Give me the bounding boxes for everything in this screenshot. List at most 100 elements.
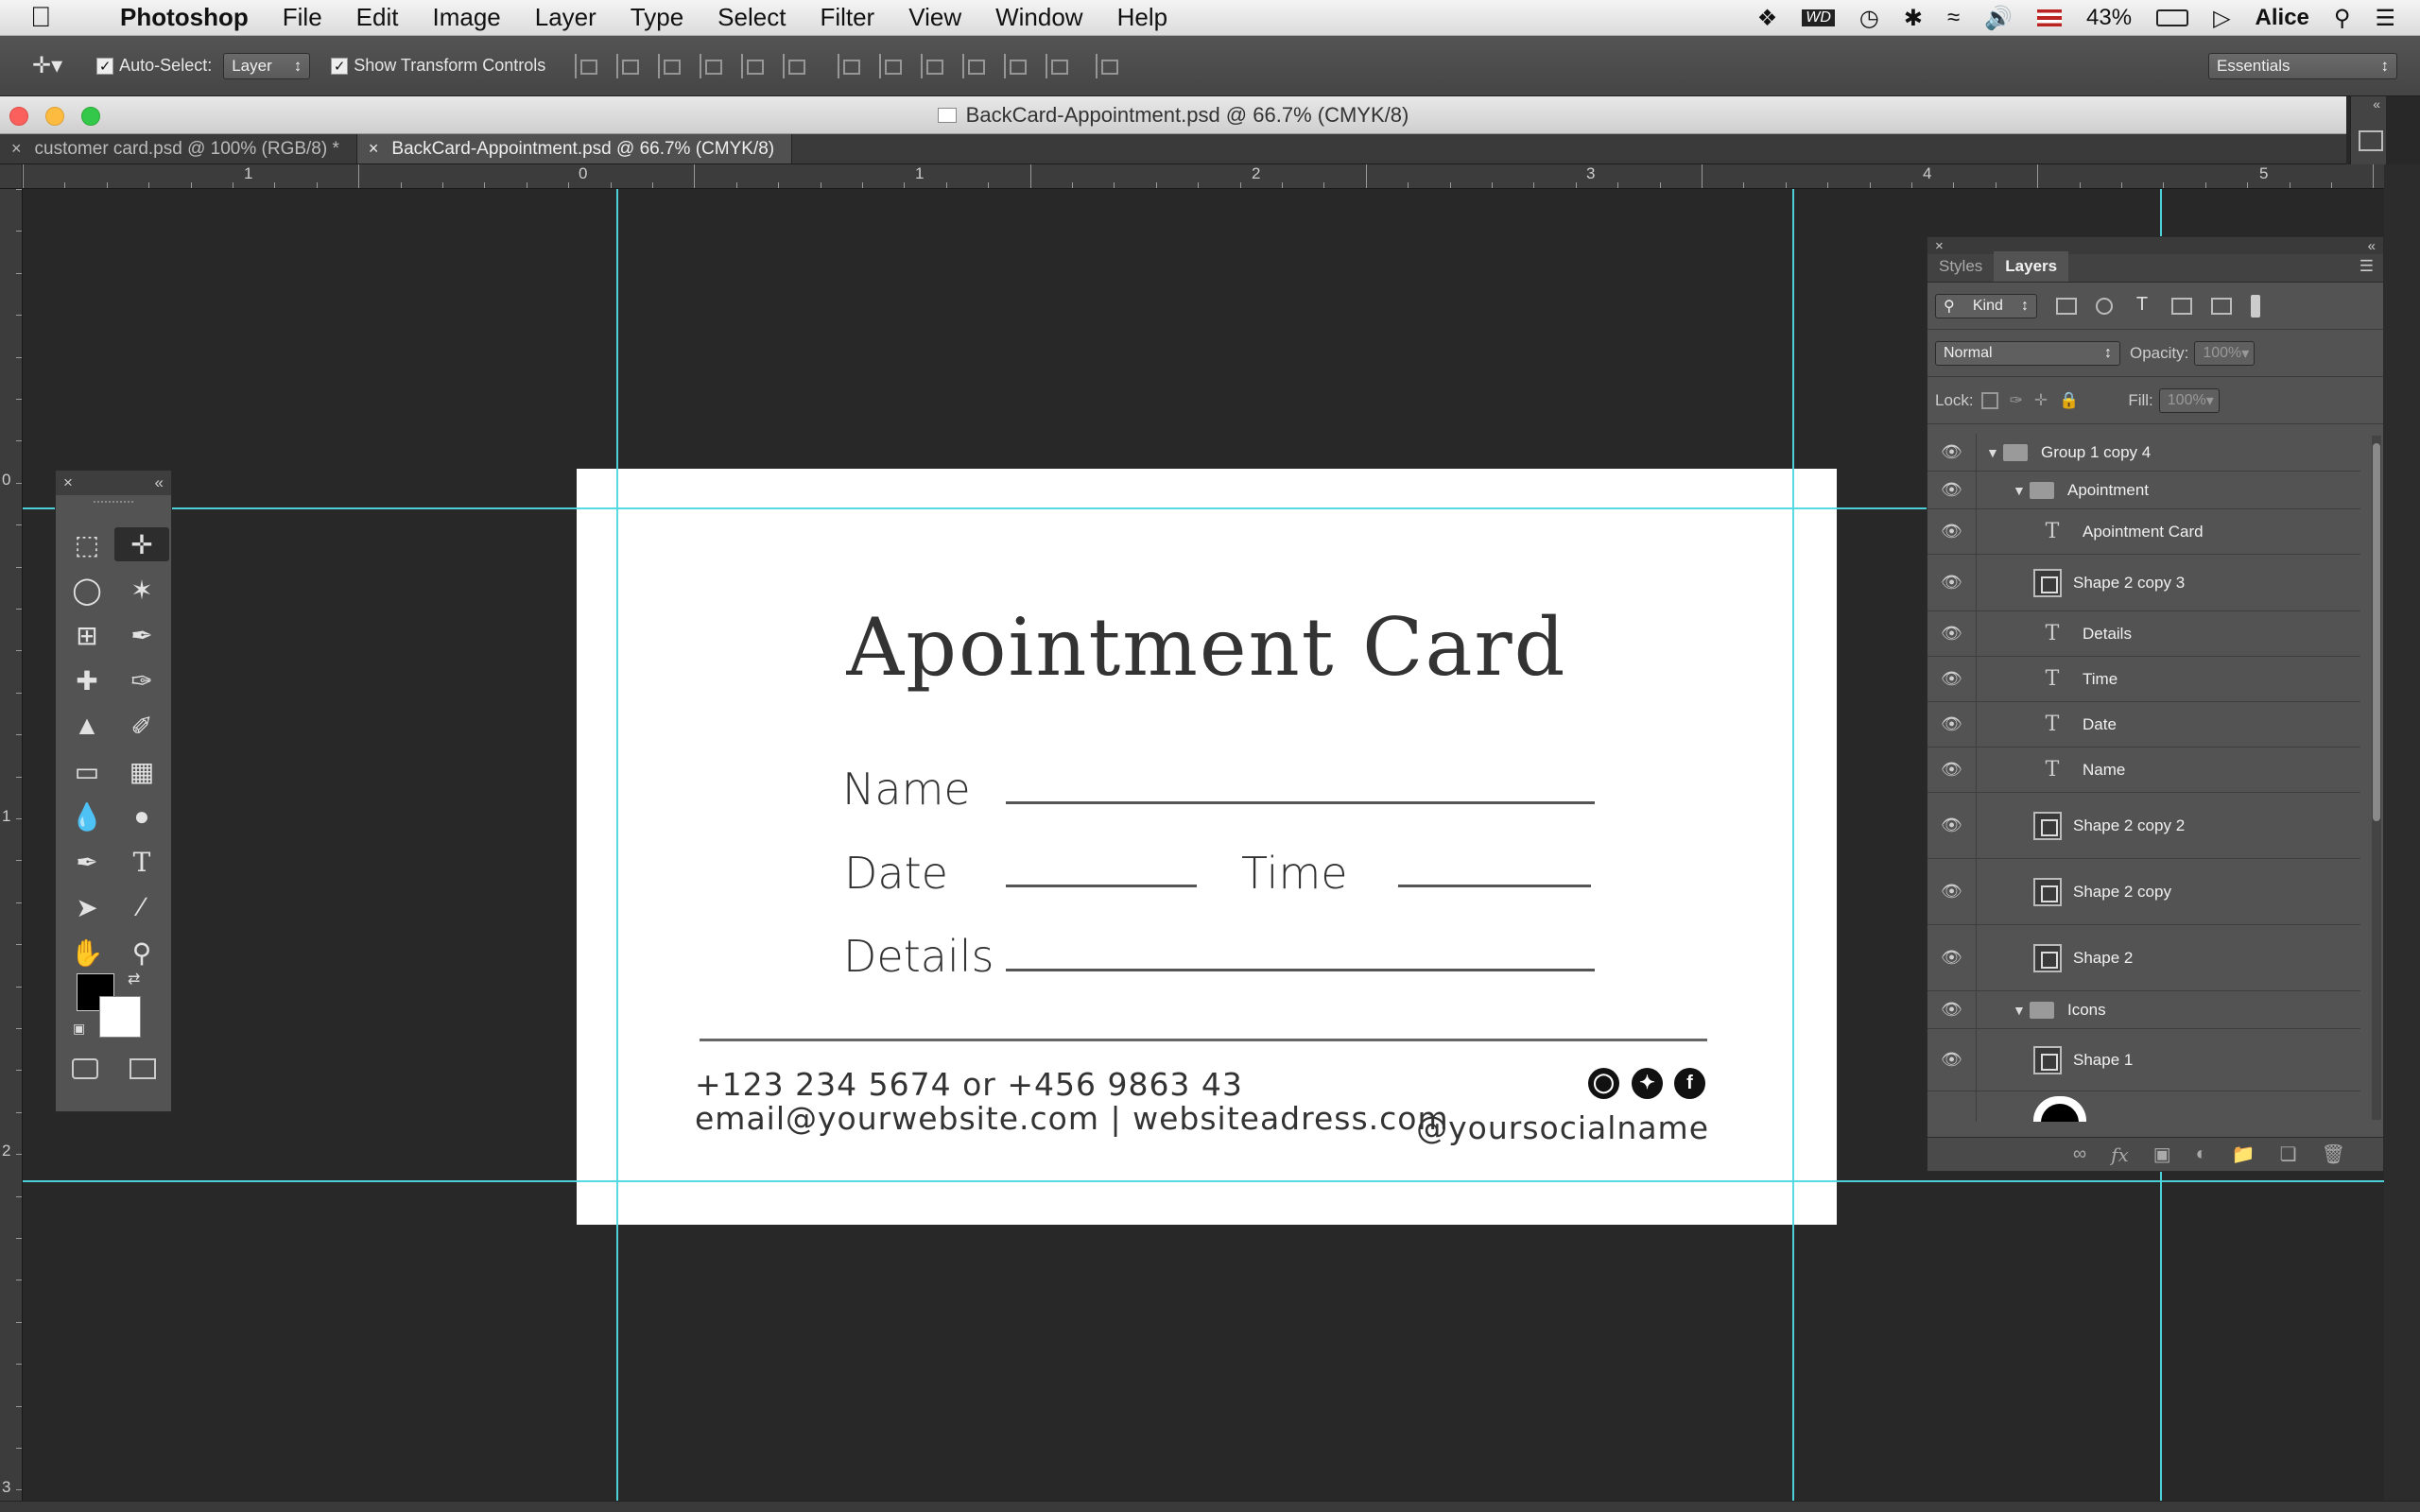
adjustment-filter-icon[interactable] — [2096, 297, 2113, 315]
default-colors-icon[interactable]: ▣ — [73, 1021, 85, 1037]
path-selection-tool-icon[interactable]: ➤ — [60, 890, 114, 924]
blend-mode-dropdown[interactable]: Normal ↕ — [1935, 340, 2120, 366]
app-menu[interactable]: Photoshop — [120, 3, 249, 32]
layer-row[interactable]: 👁 T Date — [1927, 702, 2360, 747]
close-window-button[interactable] — [9, 107, 28, 126]
canvas-vertical-scrollbar[interactable] — [2384, 164, 2420, 1512]
background-color-swatch[interactable] — [99, 996, 141, 1038]
menu-window[interactable]: Window — [995, 3, 1082, 32]
filter-toggle-icon[interactable] — [2251, 294, 2260, 318]
collapse-icon[interactable]: « — [2368, 238, 2376, 254]
lock-transparent-icon[interactable] — [1980, 391, 1998, 409]
workspace-dropdown[interactable]: Essentials ↕ — [2208, 52, 2397, 79]
zoom-window-button[interactable] — [81, 107, 100, 126]
new-layer-icon[interactable]: ❏ — [2280, 1143, 2297, 1166]
menu-edit[interactable]: Edit — [356, 3, 399, 32]
layer-row[interactable]: 👁 T Name — [1927, 747, 2360, 793]
layer-row[interactable]: 👁 ▼ Apointment — [1927, 472, 2360, 509]
visibility-eye-icon[interactable]: 👁 — [1927, 555, 1977, 610]
move-tool-icon[interactable]: ✛ — [114, 527, 169, 561]
distribute-vcenter-icon[interactable] — [879, 53, 904, 78]
align-right-icon[interactable] — [783, 53, 807, 78]
align-bottom-icon[interactable] — [658, 53, 683, 78]
play-icon[interactable]: ▷ — [2213, 5, 2230, 32]
distribute-right-icon[interactable] — [1046, 53, 1070, 78]
visibility-eye-icon[interactable]: 👁 — [1927, 1091, 1977, 1122]
expand-triangle-icon[interactable]: ▼ — [2013, 1003, 2030, 1018]
dodge-tool-icon[interactable]: ● — [114, 799, 169, 833]
menu-view[interactable]: View — [908, 3, 961, 32]
align-left-icon[interactable] — [700, 53, 724, 78]
delete-layer-icon[interactable]: 🗑 — [2322, 1143, 2345, 1166]
visibility-eye-icon[interactable]: 👁 — [1927, 793, 1977, 858]
menu-layer[interactable]: Layer — [535, 3, 596, 32]
scrollbar-thumb[interactable] — [2373, 443, 2380, 821]
auto-align-icon[interactable] — [1096, 53, 1120, 78]
menu-file[interactable]: File — [283, 3, 322, 32]
distribute-hcenter-icon[interactable] — [1004, 53, 1028, 78]
bluetooth-icon[interactable]: ✱ — [1904, 5, 1923, 32]
menu-image[interactable]: Image — [432, 3, 500, 32]
gradient-tool-icon[interactable]: ▦ — [114, 754, 169, 788]
fill-field[interactable]: 100% ▾ — [2158, 387, 2220, 413]
clone-stamp-tool-icon[interactable]: ▲ — [60, 709, 114, 743]
align-hcenter-icon[interactable] — [741, 53, 766, 78]
lasso-tool-icon[interactable]: ◯ — [60, 573, 114, 607]
menu-help[interactable]: Help — [1117, 3, 1167, 32]
close-icon[interactable]: × — [63, 473, 73, 492]
adjustment-layer-icon[interactable]: ◐ — [2196, 1143, 2207, 1165]
volume-icon[interactable]: 🔊 — [1984, 5, 2013, 32]
new-group-icon[interactable]: 📁 — [2232, 1143, 2256, 1166]
layer-row[interactable]: 👁 Shape 2 — [1927, 925, 2360, 991]
kind-filter-dropdown[interactable]: ⚲ Kind ↕ — [1935, 293, 2037, 318]
tab-customer-card[interactable]: × customer card.psd @ 100% (RGB/8) * — [0, 134, 357, 163]
lock-position-icon[interactable]: ✛ — [2034, 391, 2048, 410]
layer-row[interactable]: 👁 T Apointment Card — [1927, 509, 2360, 555]
guide-horizontal[interactable] — [23, 1180, 2384, 1182]
align-top-icon[interactable] — [575, 53, 599, 78]
battery-icon[interactable] — [2156, 9, 2189, 26]
close-tab-icon[interactable]: × — [369, 139, 379, 159]
document-canvas[interactable]: Apointment Card Name Date Time Details +… — [577, 469, 1837, 1225]
magic-wand-tool-icon[interactable]: ✶ — [114, 573, 169, 607]
horizontal-ruler[interactable]: 1 0 1 2 3 4 5 — [23, 164, 2384, 189]
layer-row[interactable]: 👁 Shape 2 copy — [1927, 859, 2360, 925]
wd-icon[interactable]: WD — [1802, 9, 1835, 26]
zoom-tool-icon[interactable]: ⚲ — [114, 936, 169, 970]
visibility-eye-icon[interactable]: 👁 — [1927, 1029, 1977, 1091]
healing-brush-tool-icon[interactable]: ✚ — [60, 663, 114, 697]
expand-triangle-icon[interactable]: ▼ — [2013, 483, 2030, 498]
layer-row[interactable]: 👁 T Details — [1927, 611, 2360, 657]
visibility-eye-icon[interactable]: 👁 — [1927, 702, 1977, 747]
opacity-field[interactable]: 100% ▾ — [2194, 340, 2256, 366]
visibility-eye-icon[interactable]: 👁 — [1927, 472, 1977, 508]
layer-row[interactable]: 👁 Shape 1 — [1927, 1029, 2360, 1091]
menu-filter[interactable]: Filter — [820, 3, 874, 32]
collapse-dock-icon[interactable]: « — [2351, 96, 2386, 112]
tab-backcard-appointment[interactable]: × BackCard-Appointment.psd @ 66.7% (CMYK… — [356, 134, 793, 163]
libraries-panel-icon[interactable] — [2359, 130, 2383, 151]
apple-icon[interactable]:  — [30, 2, 78, 34]
visibility-eye-icon[interactable]: 👁 — [1927, 925, 1977, 990]
quick-mask-icon[interactable] — [71, 1058, 98, 1079]
flag-icon[interactable] — [2037, 9, 2063, 26]
move-tool-preset-icon[interactable]: ✛▾ — [32, 52, 62, 79]
visibility-eye-icon[interactable]: 👁 — [1927, 991, 1977, 1028]
visibility-eye-icon[interactable]: 👁 — [1927, 611, 1977, 656]
distribute-left-icon[interactable] — [962, 53, 987, 78]
time-machine-icon[interactable]: ◷ — [1859, 5, 1879, 32]
notification-center-icon[interactable]: ☰ — [2375, 5, 2395, 32]
guide-vertical[interactable] — [1792, 189, 1794, 1512]
auto-select-dropdown[interactable]: Layer ↕ — [223, 52, 311, 79]
hand-tool-icon[interactable]: ✋ — [60, 936, 114, 970]
blur-tool-icon[interactable]: 💧 — [60, 799, 114, 833]
type-filter-icon[interactable]: T — [2132, 295, 2152, 315]
show-transform-checkbox[interactable]: ✓ Show Transform Controls — [331, 56, 545, 76]
panel-menu-icon[interactable]: ☰ — [2350, 257, 2383, 282]
screen-mode-icon[interactable] — [129, 1058, 156, 1079]
visibility-eye-icon[interactable]: 👁 — [1927, 657, 1977, 701]
marquee-tool-icon[interactable]: ⬚ — [60, 527, 114, 561]
guide-vertical[interactable] — [616, 189, 618, 1512]
line-tool-icon[interactable]: ∕ — [114, 890, 169, 924]
layer-row[interactable]: 👁 Shape 2 copy 3 — [1927, 555, 2360, 611]
